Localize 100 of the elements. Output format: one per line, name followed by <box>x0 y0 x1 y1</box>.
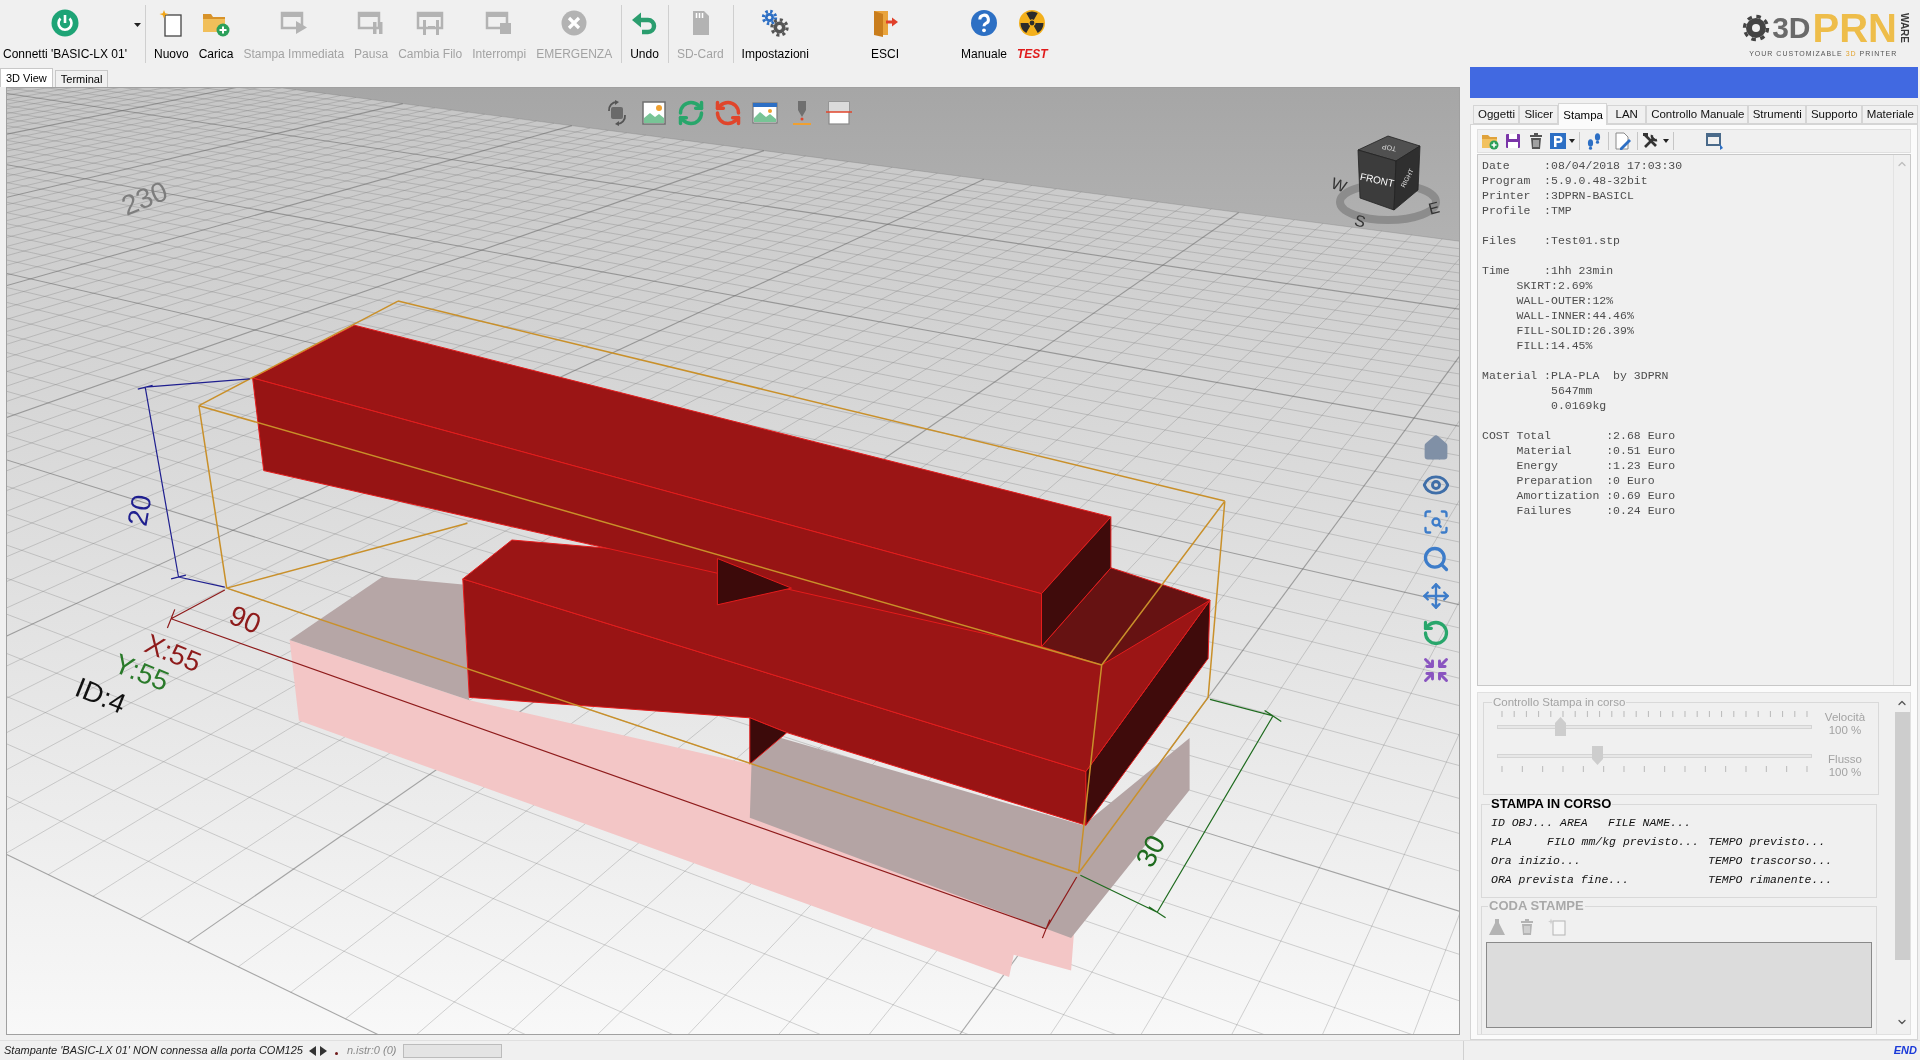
report-line: Amortization :0.69 Euro <box>1515 488 1676 503</box>
report-line: WALL-INNER:44.46% <box>1515 308 1634 323</box>
panel-tab[interactable]: Oggetti <box>1473 105 1520 124</box>
new-button[interactable]: Nuovo <box>149 0 194 67</box>
picture-button[interactable] <box>639 99 669 127</box>
instruction-count: n.istr:0 (0) <box>346 1043 397 1059</box>
dimension-label: 20 <box>121 492 158 529</box>
report-line: COST Total :2.68 Euro <box>1482 428 1676 443</box>
cone-icon <box>1488 917 1506 936</box>
window-pause-icon <box>357 9 386 37</box>
window-play-icon <box>279 9 308 37</box>
report-line: 5647mm <box>1550 383 1593 398</box>
window-stop-icon <box>485 9 514 37</box>
shrink-button[interactable] <box>1422 656 1450 684</box>
dimension-label: 90 <box>224 599 266 640</box>
report-line: Profile :TMP <box>1482 203 1572 218</box>
report-line: FILL:14.45% <box>1515 338 1593 353</box>
undo-button[interactable]: Undo <box>625 0 664 67</box>
report-line: Failures :0.24 Euro <box>1515 503 1676 518</box>
panel-tab[interactable]: Supporto <box>1805 105 1862 124</box>
section-plane-button[interactable] <box>824 99 854 127</box>
window-picture-button[interactable] <box>750 99 780 127</box>
view-cube[interactable] <box>1357 135 1421 211</box>
refresh-button[interactable] <box>713 99 743 127</box>
settings-icon <box>761 9 790 37</box>
trash-icon <box>1518 917 1536 936</box>
scrollbar-thumb[interactable] <box>1894 712 1910 960</box>
test-button[interactable]: TEST <box>1012 0 1053 67</box>
move-button[interactable] <box>1422 582 1450 610</box>
zoom-region-icon <box>1422 508 1450 536</box>
panel-tab[interactable]: Materiale <box>1861 105 1918 124</box>
view-tab[interactable]: 3D View <box>0 68 53 87</box>
connect-dropdown-button[interactable] <box>133 22 141 28</box>
edit-button[interactable] <box>1613 131 1633 151</box>
report-line: FILL-SOLID:26.39% <box>1515 323 1634 338</box>
report-line: Printer :3DPRN-BASICL <box>1482 188 1634 203</box>
manual-button[interactable]: Manuale <box>955 0 1012 67</box>
section-plane-icon <box>825 99 853 127</box>
home-button[interactable] <box>1422 434 1450 462</box>
group-title: CODA STAMPE <box>1488 898 1585 914</box>
view-tab[interactable]: Terminal <box>54 70 109 87</box>
exit-button[interactable]: ESCI <box>813 0 956 67</box>
print-info-label: TEMPO rimanente... <box>1708 872 1834 888</box>
group-title: STAMPA IN CORSO <box>1490 796 1613 812</box>
report-line: Preparation :0 Euro <box>1515 473 1655 488</box>
settings-button[interactable]: Impostazioni <box>736 0 814 67</box>
help-icon <box>970 9 998 37</box>
report-line: Files :Test01.stp <box>1482 233 1621 248</box>
save-button[interactable] <box>1503 131 1523 151</box>
panel-tab[interactable]: LAN <box>1607 105 1647 124</box>
print-info-label: TEMPO previsto... <box>1708 834 1827 850</box>
caret-icon <box>1663 139 1669 143</box>
group-title: Controllo Stampa in corso <box>1492 695 1627 709</box>
gear-icon <box>1741 13 1772 43</box>
logo-suffix: WARE <box>1899 13 1910 43</box>
print-info-label: ORA prevista fine... <box>1491 872 1631 888</box>
report-line: 0.0169kg <box>1550 398 1607 413</box>
radiation-icon <box>1018 9 1047 37</box>
zoom-button[interactable] <box>1422 545 1450 573</box>
move-icon <box>1422 582 1450 610</box>
logo-mark: 3D <box>1772 11 1811 45</box>
report-line: Date :08/04/2018 17:03:30 <box>1482 158 1683 173</box>
report-line: Program :5.9.0.48-32bit <box>1482 173 1648 188</box>
connect-button[interactable]: Connetti 'BASIC-LX 01' <box>0 0 127 67</box>
slider-reading: 100 % <box>1828 766 1862 779</box>
panel-tab[interactable]: Controllo Manuale <box>1646 105 1748 124</box>
mode-indicator: END <box>1893 1043 1917 1059</box>
report-line: Material :PLA-PLA by 3DPRN <box>1482 368 1669 383</box>
home-icon <box>1422 434 1450 462</box>
dot-icon <box>334 1052 338 1055</box>
refresh-icon <box>677 99 705 127</box>
p-dropdown-button[interactable] <box>1549 131 1575 151</box>
refresh-icon <box>714 99 742 127</box>
new-document-icon <box>1548 917 1566 936</box>
window-button[interactable] <box>1704 131 1724 151</box>
rotate-button[interactable] <box>1422 619 1450 647</box>
picture-icon <box>640 99 668 127</box>
open-button[interactable]: Carica <box>193 0 239 67</box>
slider-label: Velocità <box>1824 711 1866 724</box>
panel-tab[interactable]: Strumenti <box>1747 105 1806 124</box>
shrink-icon <box>1422 656 1450 684</box>
panel-tab[interactable]: Stampa <box>1558 103 1608 125</box>
compass-label: W <box>1330 174 1349 196</box>
slider-reading: 100 % <box>1828 724 1862 737</box>
power-icon <box>51 9 79 37</box>
folder-plus-icon <box>1481 132 1499 150</box>
print-info-label: FILE NAME... <box>1608 815 1692 831</box>
zoom-region-button[interactable] <box>1422 508 1450 536</box>
caret-icon <box>133 23 141 27</box>
report-line: Material :0.51 Euro <box>1515 443 1676 458</box>
bed-size-label: 230 <box>117 175 172 222</box>
logo-name: PRN <box>1812 7 1897 49</box>
save-icon <box>1504 132 1522 150</box>
panel-tab[interactable]: Slicer <box>1519 105 1559 124</box>
dimension-label: 30 <box>1129 830 1172 873</box>
print-info-label: Ora inizio... <box>1491 853 1582 869</box>
trash-icon <box>1527 132 1545 150</box>
report-line: WALL-OUTER:12% <box>1515 293 1614 308</box>
print-info-label: PLA <box>1491 834 1513 850</box>
search-icon <box>1422 545 1450 573</box>
